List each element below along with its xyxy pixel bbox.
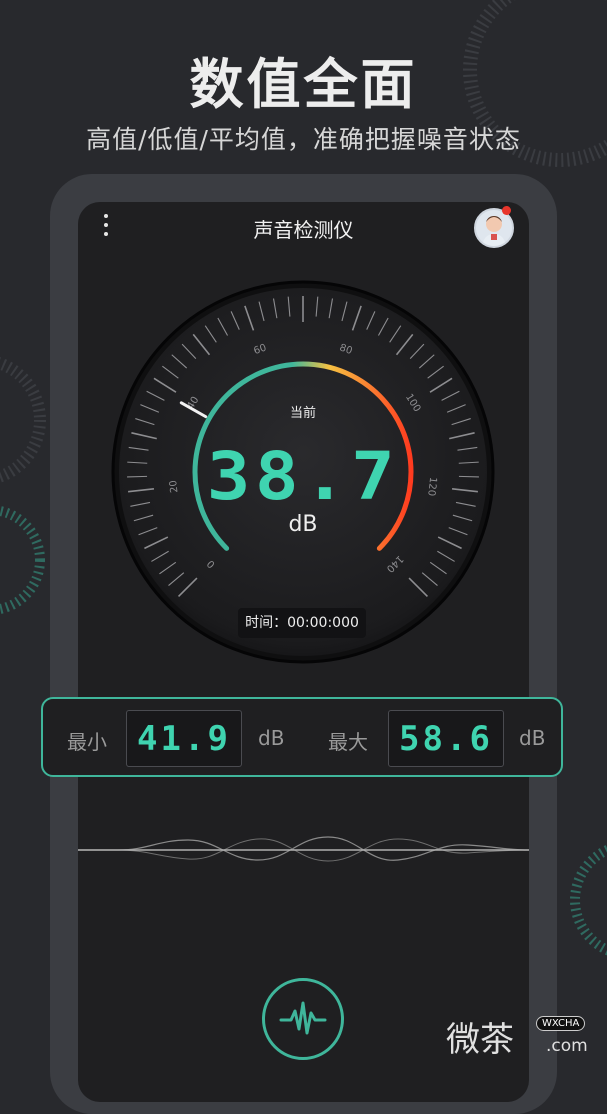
current-label: 当前 bbox=[289, 406, 316, 421]
time-label: 时间： bbox=[245, 615, 288, 631]
avatar-illustration bbox=[482, 216, 506, 246]
max-label: 最大 bbox=[328, 730, 368, 754]
watermark-domain: .com bbox=[546, 1036, 588, 1056]
watermark-badge: WXCHA bbox=[536, 1016, 586, 1031]
timer-display: 时间：00:00:000 bbox=[238, 608, 366, 638]
min-max-panel: 最小 41.9 dB 最大 58.6 dB bbox=[41, 697, 563, 777]
audio-waveform bbox=[78, 836, 529, 862]
record-button[interactable] bbox=[262, 978, 344, 1060]
app-screen: 声音检测仪 bbox=[78, 202, 529, 1102]
notification-dot bbox=[502, 206, 511, 215]
time-value: 00:00:000 bbox=[287, 615, 359, 631]
watermark: 微茶 WXCHA .com bbox=[440, 1008, 600, 1064]
current-unit: dB bbox=[288, 512, 318, 537]
promo-headline: 数值全面 bbox=[189, 53, 418, 116]
promo-subline: 高值/低值/平均值，准确把握噪音状态 bbox=[86, 125, 521, 154]
max-unit: dB bbox=[519, 726, 546, 750]
waveform-icon bbox=[279, 1001, 327, 1035]
watermark-brand: 微茶 bbox=[446, 1020, 514, 1060]
app-title: 声音检测仪 bbox=[253, 218, 354, 242]
current-value: 38.7 bbox=[206, 438, 400, 515]
min-unit: dB bbox=[258, 726, 285, 750]
min-value: 41.9 bbox=[126, 710, 242, 767]
max-value: 58.6 bbox=[388, 710, 504, 767]
min-label: 最小 bbox=[67, 730, 107, 754]
